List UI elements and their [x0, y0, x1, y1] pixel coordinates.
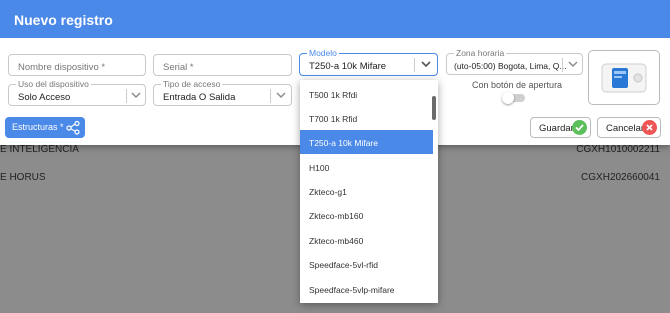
timezone-label: Zona horaria	[454, 48, 507, 58]
dropdown-option[interactable]: T700 1k Rfid	[300, 106, 433, 130]
dropdown-option[interactable]: Zkteco-mb460	[300, 228, 433, 252]
save-label: Guardar	[539, 123, 574, 134]
chevron-down-icon	[276, 92, 286, 98]
divider	[562, 58, 563, 72]
check-icon	[572, 120, 587, 135]
model-label: Modelo	[307, 48, 339, 58]
dropdown-option[interactable]: Speedface-5vlp-mifare	[300, 277, 433, 301]
row-serial: CGXH202660041	[581, 172, 660, 183]
chevron-down-icon	[131, 92, 141, 98]
model-select[interactable]: Modelo T250-a 10k Mifare	[299, 48, 438, 76]
access-type-select[interactable]: Tipo de acceso Entrada O Salida	[153, 79, 292, 106]
row-name: E HORUS	[0, 172, 46, 183]
open-button-label: Con botón de apertura	[472, 80, 563, 90]
timezone-value: (uto-05:00) Bogota, Lima, Q...	[454, 61, 567, 71]
row-serial: CGXH1010002211	[576, 144, 660, 155]
divider	[126, 89, 127, 103]
dialog-title: Nuevo registro	[0, 0, 670, 38]
chevron-down-icon	[568, 61, 578, 67]
device-use-label: Uso del dispositivo	[16, 79, 91, 89]
device-image	[588, 50, 660, 105]
cancel-label: Cancelar	[606, 123, 645, 134]
row-name: E INTELIGENCIA	[0, 144, 79, 155]
cancel-button[interactable]: Cancelar	[597, 117, 661, 138]
access-type-value: Entrada O Salida	[163, 92, 236, 103]
device-name-placeholder: Nombre dispositivo *	[18, 62, 106, 73]
close-icon	[642, 120, 657, 135]
divider	[270, 89, 271, 103]
device-use-select[interactable]: Uso del dispositivo Solo Acceso	[8, 79, 146, 106]
access-type-label: Tipo de acceso	[161, 79, 223, 89]
model-dropdown[interactable]: T500 1k Rfdi T700 1k Rfid T250-a 10k Mif…	[300, 80, 438, 303]
serial-input[interactable]: Serial *	[153, 54, 292, 76]
device-use-value: Solo Acceso	[18, 92, 71, 103]
save-button[interactable]: Guardar	[530, 117, 591, 138]
timezone-select[interactable]: Zona horaria (uto-05:00) Bogota, Lima, Q…	[446, 48, 583, 75]
structures-button[interactable]: Estructuras *	[5, 117, 85, 138]
device-name-input[interactable]: Nombre dispositivo *	[8, 54, 146, 76]
open-button-toggle[interactable]	[502, 92, 525, 104]
toggle-knob	[502, 92, 514, 104]
structures-label: Estructuras *	[12, 122, 64, 132]
dropdown-option[interactable]: H100	[300, 155, 433, 179]
dropdown-scrollbar[interactable]	[432, 96, 436, 120]
hierarchy-icon	[66, 120, 80, 135]
dropdown-option[interactable]: Speedface-5vl-rfid	[300, 252, 433, 276]
access-terminal-icon	[601, 63, 647, 93]
dropdown-option-selected[interactable]: T250-a 10k Mifare	[300, 130, 433, 154]
serial-placeholder: Serial *	[163, 62, 194, 73]
dropdown-option[interactable]: Zkteco-g1	[300, 179, 433, 203]
dropdown-option[interactable]: Zkteco-mb160	[300, 203, 433, 227]
divider	[414, 58, 415, 72]
chevron-down-icon	[421, 61, 431, 68]
dropdown-option[interactable]: T500 1k Rfdi	[300, 82, 433, 106]
model-value: T250-a 10k Mifare	[309, 61, 387, 72]
